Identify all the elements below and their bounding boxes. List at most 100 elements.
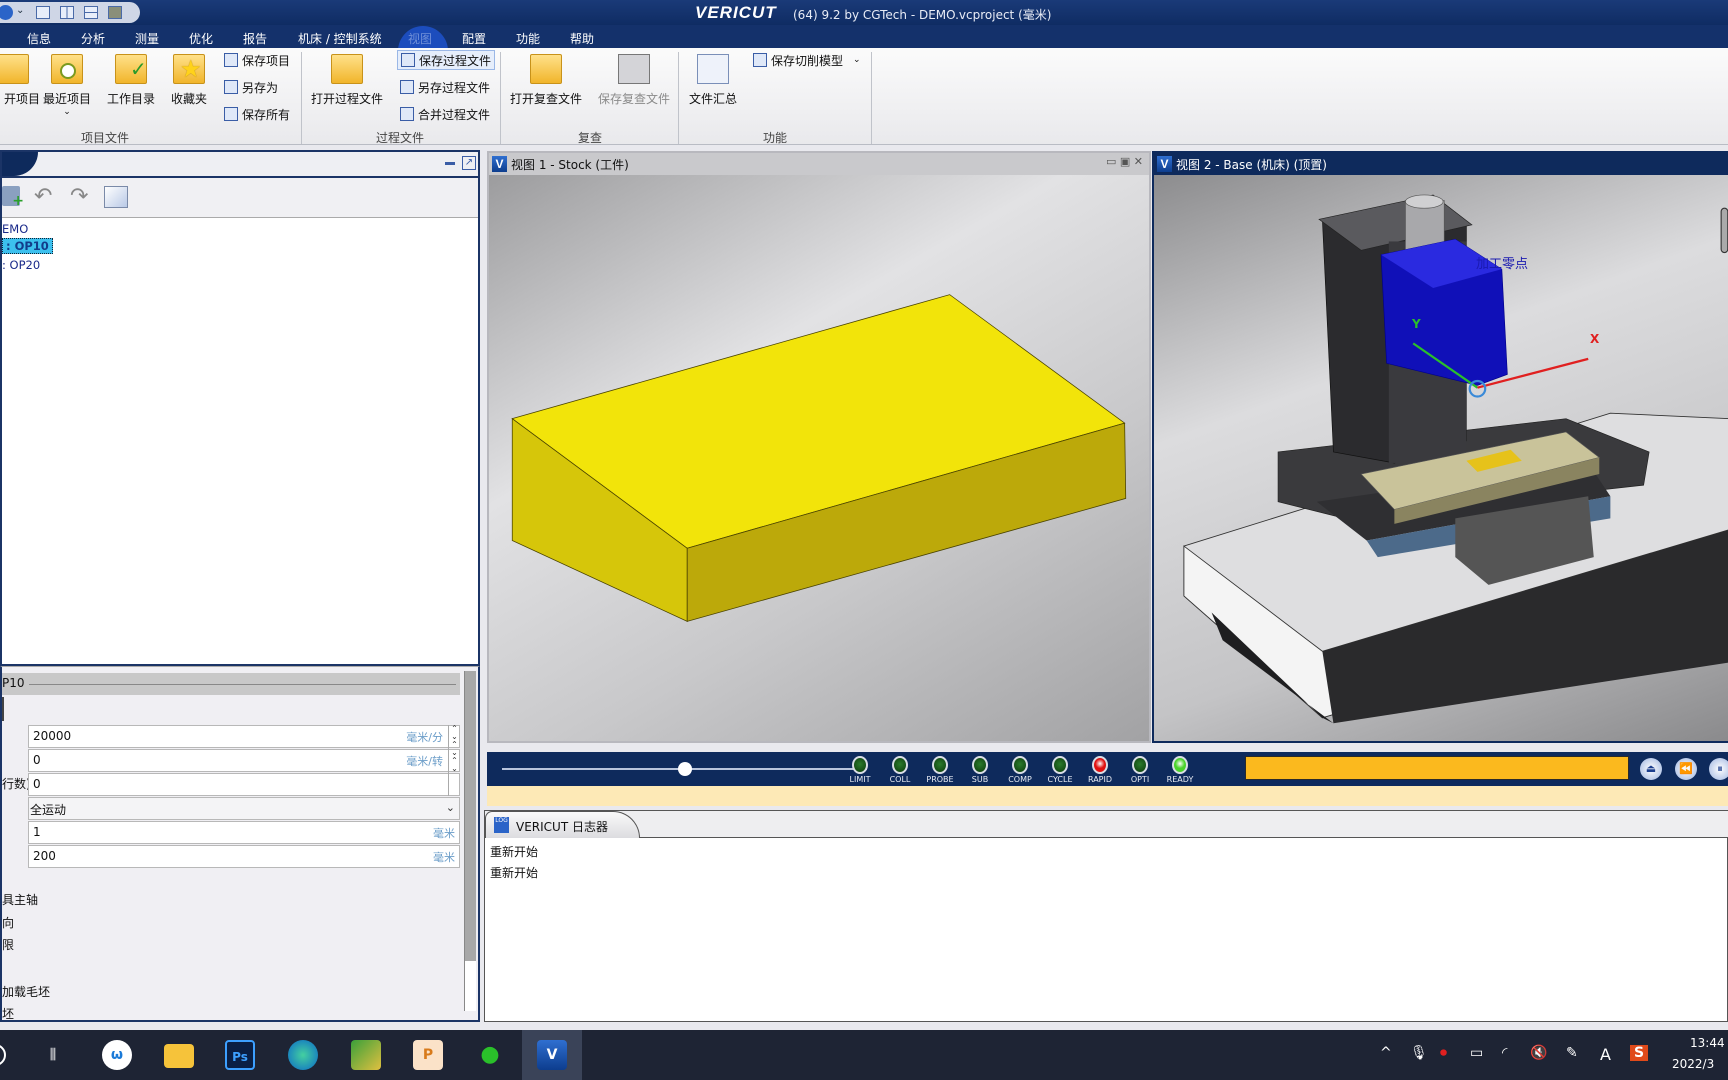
rewind-icon[interactable]: ⏪ bbox=[1675, 758, 1697, 780]
add-item-icon[interactable]: + bbox=[2, 186, 24, 209]
info-icon[interactable] bbox=[0, 5, 13, 20]
menu-measure[interactable]: 测量 bbox=[135, 30, 159, 47]
indicator-light-icon bbox=[1172, 756, 1188, 774]
tree-item-op10[interactable]: : OP10 bbox=[2, 238, 53, 254]
menu-machine-control[interactable]: 机床 / 控制系统 bbox=[298, 30, 382, 47]
file-summary-button[interactable]: 文件汇总 bbox=[680, 52, 746, 107]
indicator-sub: SUB bbox=[965, 756, 995, 784]
save-cut-model-label: 保存切削模型 bbox=[771, 53, 844, 68]
save-all-button[interactable]: 保存所有 bbox=[224, 104, 290, 124]
layout-single-icon[interactable] bbox=[36, 6, 50, 19]
indicator-label: COLL bbox=[889, 775, 911, 784]
tree-item-op20[interactable]: : OP20 bbox=[2, 258, 40, 272]
model-view-icon[interactable] bbox=[104, 186, 128, 208]
search-icon[interactable] bbox=[0, 1044, 6, 1066]
wifi-icon[interactable]: ◜ bbox=[1502, 1045, 1507, 1061]
volume-muted-icon[interactable]: 🔇 bbox=[1530, 1045, 1547, 1061]
menu-analysis[interactable]: 分析 bbox=[81, 30, 105, 47]
undo-icon[interactable]: ↶ bbox=[34, 184, 52, 209]
work-directory-label: 工作目录 bbox=[106, 92, 155, 106]
save-process-as-button[interactable]: 另存过程文件 bbox=[400, 77, 490, 97]
chevron-down-icon: ⌄ bbox=[445, 801, 455, 814]
menu-info[interactable]: 信息 bbox=[27, 30, 51, 47]
minimize-icon[interactable] bbox=[445, 162, 455, 165]
save-as-button[interactable]: 另存为 bbox=[224, 77, 278, 97]
position-slider-thumb[interactable] bbox=[677, 762, 692, 776]
file-explorer-icon[interactable] bbox=[164, 1044, 194, 1068]
redo-icon[interactable]: ↷ bbox=[70, 184, 88, 209]
vericut-taskbar-active[interactable]: V bbox=[522, 1030, 582, 1080]
clock-date[interactable]: 2022/3 bbox=[1672, 1057, 1714, 1071]
merge-process-button[interactable]: 合并过程文件 bbox=[400, 104, 490, 124]
indicator-label: READY bbox=[1166, 775, 1194, 784]
folder-check-icon: ✓ bbox=[115, 54, 147, 84]
menu-optimize[interactable]: 优化 bbox=[189, 30, 213, 47]
work-directory-button[interactable]: ✓ 工作目录 bbox=[98, 52, 164, 107]
open-process-button[interactable]: 打开过程文件 bbox=[305, 52, 389, 107]
feed-rate-field[interactable]: 20000 毫米/分 bbox=[28, 725, 460, 748]
layout-split-vertical-icon[interactable] bbox=[60, 6, 74, 19]
save-process-button[interactable]: 保存过程文件 bbox=[397, 50, 496, 70]
taskbar: ⫼ ω Ps P ● V ^ 🎙 ⏺ ▭ ◜ 🔇 ✎ A S 13:44 202… bbox=[0, 1030, 1728, 1080]
reset-icon[interactable]: ⏏ bbox=[1640, 758, 1662, 780]
powerpoint-icon[interactable]: P bbox=[413, 1040, 443, 1070]
folder-rv-icon bbox=[530, 54, 562, 84]
indicator-label: CYCLE bbox=[1047, 775, 1073, 784]
wechat-icon[interactable]: ● bbox=[475, 1040, 505, 1070]
tray-expand-icon[interactable]: ^ bbox=[1380, 1045, 1392, 1061]
property-label: 向 bbox=[2, 916, 15, 930]
tree-toolbar: + ↶ ↷ bbox=[2, 178, 478, 218]
view-1-stock[interactable]: V 视图 1 - Stock (工件) ▭ ▣ ✕ bbox=[487, 151, 1151, 743]
indicator-cycle: CYCLE bbox=[1045, 756, 1075, 784]
motion-type-select[interactable]: 全运动 ⌄ bbox=[28, 797, 460, 820]
menu-report[interactable]: 报告 bbox=[243, 30, 267, 47]
sogou-icon[interactable]: S bbox=[1630, 1045, 1649, 1061]
tolerance-field[interactable]: 1 毫米 bbox=[28, 821, 460, 844]
window-controls[interactable]: ▭ ▣ ✕ bbox=[1106, 155, 1143, 168]
recent-projects-button[interactable]: 最近项目 ⌄ bbox=[34, 52, 100, 117]
property-label: 加载毛坯 bbox=[2, 985, 51, 999]
log-tab[interactable]: LOG VERICUT 日志器 bbox=[485, 811, 640, 838]
save-icon bbox=[224, 53, 238, 67]
file-summary-icon bbox=[697, 54, 729, 84]
dropdown-icon[interactable]: ⌄ bbox=[16, 5, 24, 16]
record-icon[interactable]: ⏺ bbox=[1440, 1045, 1447, 1061]
app-green-icon[interactable] bbox=[351, 1040, 381, 1070]
spinner-arrows[interactable]: ⌃ ⌄ ⌃ ⌄ ⌃ ⌄ bbox=[448, 725, 460, 796]
battery-icon[interactable]: ▭ bbox=[1470, 1045, 1483, 1061]
vericut-v-icon: V bbox=[492, 156, 507, 172]
x-axis-label: X bbox=[1590, 332, 1600, 346]
open-review-button[interactable]: 打开复查文件 bbox=[504, 52, 588, 107]
photoshop-icon[interactable]: Ps bbox=[225, 1040, 255, 1070]
divider bbox=[301, 52, 302, 144]
view-canvas[interactable] bbox=[489, 175, 1149, 741]
project-tree-tab[interactable] bbox=[2, 152, 38, 176]
layout-split-horizontal-icon[interactable] bbox=[84, 6, 98, 19]
indicator-light-icon bbox=[852, 756, 868, 774]
view-2-machine[interactable]: V 视图 2 - Base (机床) (顶置) 加工零点 Y X bbox=[1152, 151, 1728, 743]
vericut-logo: VERICUT bbox=[695, 3, 777, 22]
clock-time[interactable]: 13:44 bbox=[1690, 1036, 1725, 1050]
task-view-icon[interactable]: ⫼ bbox=[38, 1040, 68, 1070]
layout-custom-icon[interactable] bbox=[108, 6, 122, 19]
pen-icon[interactable]: ✎ bbox=[1566, 1045, 1578, 1061]
app-w-icon[interactable]: ω bbox=[102, 1040, 132, 1070]
tree-item-project[interactable]: EMO bbox=[2, 222, 28, 236]
save-review-button[interactable]: 保存复查文件 bbox=[592, 52, 676, 107]
edge-icon[interactable] bbox=[288, 1040, 318, 1070]
microphone-icon[interactable]: 🎙 bbox=[1410, 1045, 1428, 1061]
line-count-field[interactable]: 0 bbox=[28, 773, 460, 796]
float-window-icon[interactable]: ↗ bbox=[462, 156, 476, 170]
save-rv-icon bbox=[618, 54, 650, 84]
distance-field[interactable]: 200 毫米 bbox=[28, 845, 460, 868]
view-canvas[interactable]: 加工零点 Y X bbox=[1154, 175, 1728, 741]
save-project-button[interactable]: 保存项目 bbox=[224, 50, 290, 70]
pause-icon[interactable]: ⏸ bbox=[1709, 758, 1728, 780]
indicator-probe: PROBE bbox=[925, 756, 955, 784]
input-method-label[interactable]: A bbox=[1600, 1045, 1611, 1064]
feed-per-rev-field[interactable]: 0 毫米/转 bbox=[28, 749, 460, 772]
save-review-label: 保存复查文件 bbox=[597, 92, 670, 106]
scrollbar[interactable] bbox=[464, 671, 476, 1011]
favorites-button[interactable]: ★ 收藏夹 bbox=[156, 52, 222, 107]
save-cut-model-button[interactable]: 保存切削模型 ⌄ bbox=[753, 50, 861, 70]
